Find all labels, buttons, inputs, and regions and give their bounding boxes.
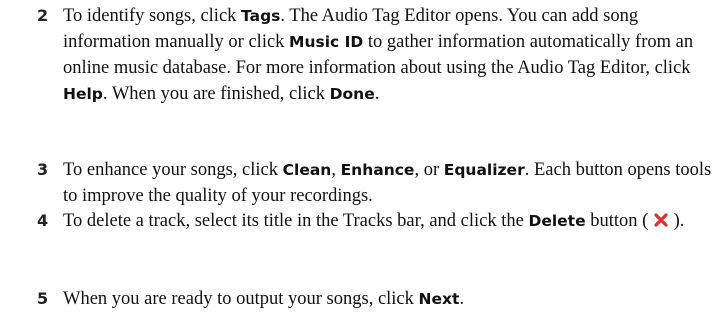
text-segment: To delete a track, select its title in t… [63, 211, 529, 231]
step-number: 3 [37, 160, 49, 179]
equalizer-keyword: Equalizer [443, 161, 525, 179]
text-segment: To enhance your songs, click [63, 160, 283, 180]
next-keyword: Next [418, 290, 460, 308]
music-id-keyword: Music ID [289, 33, 364, 51]
delete-x-icon [653, 210, 669, 227]
tags-keyword: Tags [241, 7, 281, 25]
text-segment: . When you are finished, click [102, 84, 330, 104]
text-segment: To identify songs, click [63, 6, 242, 26]
step-number: 5 [37, 289, 49, 308]
done-keyword: Done [329, 85, 375, 103]
step-number: 2 [37, 6, 49, 25]
step-text: When you are ready to output your songs,… [63, 286, 723, 312]
step-text: To identify songs, click Tags. The Audio… [63, 3, 723, 107]
text-segment: button ( [585, 211, 653, 231]
step-text: To enhance your songs, click Clean, Enha… [63, 157, 723, 209]
step-number: 4 [37, 211, 49, 230]
clean-keyword: Clean [282, 161, 332, 179]
text-segment: When you are ready to output your songs,… [63, 289, 419, 309]
instruction-document: 2 To identify songs, click Tags. The Aud… [0, 0, 725, 330]
text-segment: , or [414, 160, 444, 180]
text-segment: . [459, 289, 465, 309]
text-segment: . [374, 84, 380, 104]
help-keyword: Help [63, 85, 103, 103]
step-text: To delete a track, select its title in t… [63, 208, 723, 234]
enhance-keyword: Enhance [340, 161, 415, 179]
text-segment: ). [668, 211, 685, 231]
text-segment: , [331, 160, 341, 180]
delete-keyword: Delete [528, 212, 586, 230]
